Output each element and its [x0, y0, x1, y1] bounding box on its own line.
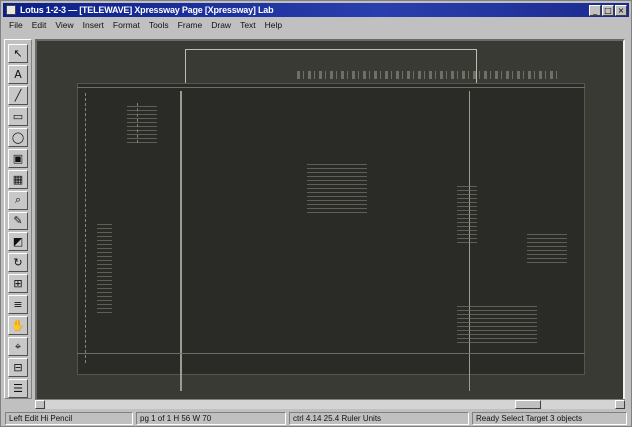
menu-draw[interactable]: Draw: [211, 20, 231, 30]
text-block-6: [97, 223, 112, 313]
hand-icon: ✋: [11, 319, 25, 333]
header-text-line: [297, 71, 557, 79]
status-selection: Ready Select Target 3 objects: [472, 412, 627, 425]
eyedropper-icon: ⌖: [14, 339, 22, 353]
menu-format[interactable]: Format: [113, 20, 140, 30]
frame-tool[interactable]: ▣: [8, 148, 28, 168]
layers-tool[interactable]: ≡: [8, 295, 28, 315]
zoom-tool[interactable]: ⌕: [8, 190, 28, 210]
minimize-button[interactable]: _: [589, 4, 601, 16]
rotate-tool[interactable]: ↻: [8, 253, 28, 273]
table-tool[interactable]: ▦: [8, 169, 28, 189]
frame-guide-left: [180, 91, 182, 391]
zoom-icon: ⌕: [14, 193, 22, 207]
scroll-thumb[interactable]: [515, 400, 541, 409]
window-controls: _ □ ×: [589, 4, 627, 16]
ruler-tool[interactable]: ⊟: [8, 358, 28, 377]
tool-palette: ↖ A ╱ ▭ ◯ ▣ ▦ ⌕ ✎ ◩ ↻ ⊞ ≡ ✋ ⌖ ⊟ ☰: [4, 39, 32, 399]
menu-frame[interactable]: Frame: [178, 20, 203, 30]
fill-icon: ◩: [12, 235, 24, 249]
line-tool[interactable]: ╱: [8, 85, 28, 105]
menu-bar: File Edit View Insert Format Tools Frame…: [3, 18, 629, 32]
menu-insert[interactable]: Insert: [83, 20, 104, 30]
ruler-icon: ⊟: [13, 361, 23, 375]
close-button[interactable]: ×: [615, 4, 627, 16]
drawing-canvas[interactable]: [77, 83, 585, 391]
status-position: ctrl 4.14 25.4 Ruler Units: [289, 412, 469, 425]
status-bar: Left Edit Hi Pencil pg 1 of 1 H 56 W 70 …: [3, 411, 629, 426]
properties-tool[interactable]: ☰: [8, 379, 28, 398]
eyedropper-tool[interactable]: ⌖: [8, 337, 28, 357]
drawing-workspace[interactable]: [35, 39, 625, 401]
pointer-icon: ↖: [13, 46, 23, 60]
top-rule: [77, 87, 585, 88]
horizontal-scrollbar[interactable]: [35, 399, 625, 409]
frame-icon: ▣: [12, 151, 24, 165]
status-page: pg 1 of 1 H 56 W 70: [136, 412, 286, 425]
menu-file[interactable]: File: [9, 20, 23, 30]
text-block-1: [127, 103, 157, 143]
table-icon: ▦: [12, 172, 24, 186]
scroll-left-button[interactable]: [35, 400, 45, 409]
maximize-button[interactable]: □: [602, 4, 614, 16]
menu-tools[interactable]: Tools: [149, 20, 169, 30]
grid-tool[interactable]: ⊞: [8, 274, 28, 294]
hand-tool[interactable]: ✋: [8, 316, 28, 336]
pointer-tool[interactable]: ↖: [8, 44, 28, 63]
app-icon[interactable]: [6, 5, 16, 15]
scroll-right-button[interactable]: [615, 400, 625, 409]
pen-tool[interactable]: ✎: [8, 211, 28, 231]
rectangle-icon: ▭: [12, 109, 24, 123]
text-tool[interactable]: A: [8, 64, 28, 84]
title-bar[interactable]: Lotus 1-2-3 — [TELEWAVE] Xpressway Page …: [3, 3, 629, 17]
line-icon: ╱: [14, 88, 22, 102]
text-block-3: [457, 183, 477, 243]
menu-help[interactable]: Help: [265, 20, 282, 30]
status-mode: Left Edit Hi Pencil: [5, 412, 133, 425]
text-block-5: [527, 233, 567, 263]
menu-edit[interactable]: Edit: [32, 20, 47, 30]
ellipse-tool[interactable]: ◯: [8, 127, 28, 147]
rotate-icon: ↻: [13, 256, 23, 270]
text-block-4: [457, 303, 537, 343]
window-title: Lotus 1-2-3 — [TELEWAVE] Xpressway Page …: [20, 5, 274, 15]
bottom-rule: [77, 353, 585, 354]
text-icon: A: [14, 67, 22, 81]
ellipse-icon: ◯: [11, 130, 25, 144]
fill-tool[interactable]: ◩: [8, 232, 28, 252]
menu-view[interactable]: View: [55, 20, 73, 30]
app-window: Lotus 1-2-3 — [TELEWAVE] Xpressway Page …: [0, 0, 632, 427]
menu-text[interactable]: Text: [240, 20, 256, 30]
margin-guide: [85, 93, 86, 363]
properties-icon: ☰: [13, 381, 23, 395]
layers-icon: ≡: [13, 298, 23, 312]
grid-icon: ⊞: [13, 277, 23, 291]
rectangle-tool[interactable]: ▭: [8, 106, 28, 126]
pen-icon: ✎: [13, 214, 23, 228]
text-block-2: [307, 163, 367, 213]
